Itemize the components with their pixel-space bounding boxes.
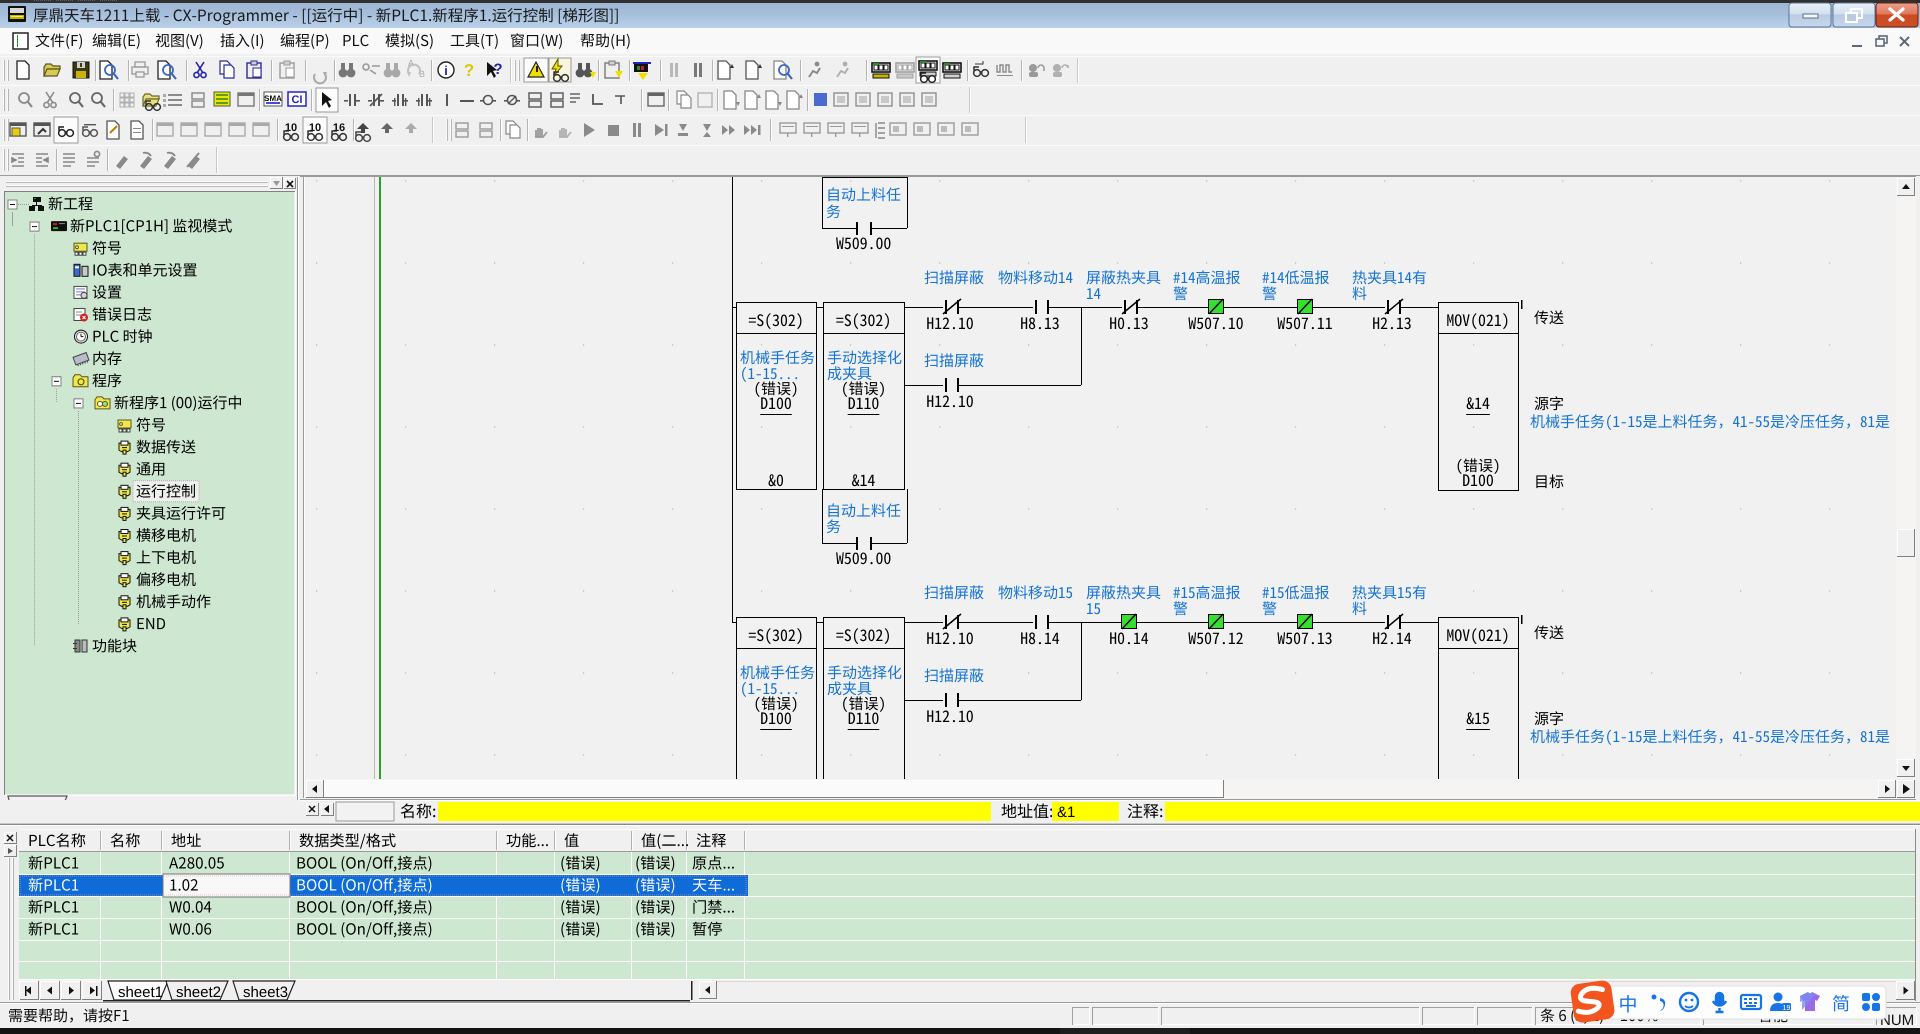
svg-text:19: 19	[1783, 1005, 1791, 1012]
